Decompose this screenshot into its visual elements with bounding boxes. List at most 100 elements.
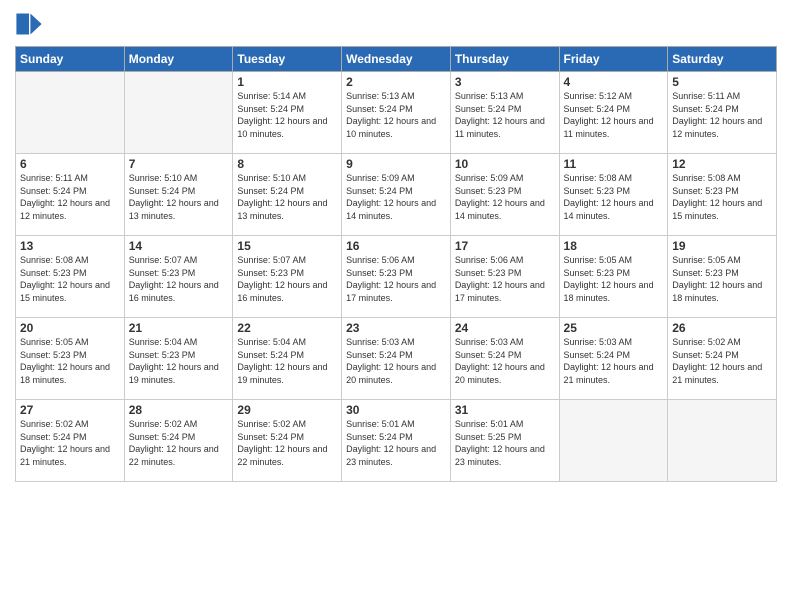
calendar-cell: 6 Sunrise: 5:11 AM Sunset: 5:24 PM Dayli… [16, 154, 125, 236]
day-info: Sunrise: 5:03 AM Sunset: 5:24 PM Dayligh… [455, 336, 555, 386]
day-info: Sunrise: 5:03 AM Sunset: 5:24 PM Dayligh… [346, 336, 446, 386]
weekday-header: Monday [124, 47, 233, 72]
day-number: 3 [455, 75, 555, 89]
day-number: 29 [237, 403, 337, 417]
day-info: Sunrise: 5:10 AM Sunset: 5:24 PM Dayligh… [237, 172, 337, 222]
weekday-row: SundayMondayTuesdayWednesdayThursdayFrid… [16, 47, 777, 72]
calendar-cell: 16 Sunrise: 5:06 AM Sunset: 5:23 PM Dayl… [342, 236, 451, 318]
day-number: 10 [455, 157, 555, 171]
calendar-week-row: 13 Sunrise: 5:08 AM Sunset: 5:23 PM Dayl… [16, 236, 777, 318]
day-number: 31 [455, 403, 555, 417]
day-number: 8 [237, 157, 337, 171]
day-number: 28 [129, 403, 229, 417]
day-number: 17 [455, 239, 555, 253]
calendar-cell [559, 400, 668, 482]
day-number: 25 [564, 321, 664, 335]
day-number: 12 [672, 157, 772, 171]
weekday-header: Wednesday [342, 47, 451, 72]
calendar-cell: 10 Sunrise: 5:09 AM Sunset: 5:23 PM Dayl… [450, 154, 559, 236]
calendar-cell: 12 Sunrise: 5:08 AM Sunset: 5:23 PM Dayl… [668, 154, 777, 236]
calendar-cell: 11 Sunrise: 5:08 AM Sunset: 5:23 PM Dayl… [559, 154, 668, 236]
calendar-cell: 23 Sunrise: 5:03 AM Sunset: 5:24 PM Dayl… [342, 318, 451, 400]
calendar-cell [668, 400, 777, 482]
calendar-cell: 24 Sunrise: 5:03 AM Sunset: 5:24 PM Dayl… [450, 318, 559, 400]
day-info: Sunrise: 5:01 AM Sunset: 5:25 PM Dayligh… [455, 418, 555, 468]
weekday-header: Saturday [668, 47, 777, 72]
calendar-week-row: 6 Sunrise: 5:11 AM Sunset: 5:24 PM Dayli… [16, 154, 777, 236]
day-info: Sunrise: 5:01 AM Sunset: 5:24 PM Dayligh… [346, 418, 446, 468]
day-info: Sunrise: 5:14 AM Sunset: 5:24 PM Dayligh… [237, 90, 337, 140]
header [15, 10, 777, 38]
day-info: Sunrise: 5:13 AM Sunset: 5:24 PM Dayligh… [346, 90, 446, 140]
day-number: 7 [129, 157, 229, 171]
calendar-week-row: 27 Sunrise: 5:02 AM Sunset: 5:24 PM Dayl… [16, 400, 777, 482]
day-number: 4 [564, 75, 664, 89]
logo [15, 10, 47, 38]
calendar-cell: 15 Sunrise: 5:07 AM Sunset: 5:23 PM Dayl… [233, 236, 342, 318]
weekday-header: Tuesday [233, 47, 342, 72]
calendar-header: SundayMondayTuesdayWednesdayThursdayFrid… [16, 47, 777, 72]
calendar-cell: 17 Sunrise: 5:06 AM Sunset: 5:23 PM Dayl… [450, 236, 559, 318]
day-info: Sunrise: 5:07 AM Sunset: 5:23 PM Dayligh… [129, 254, 229, 304]
day-info: Sunrise: 5:02 AM Sunset: 5:24 PM Dayligh… [237, 418, 337, 468]
day-info: Sunrise: 5:12 AM Sunset: 5:24 PM Dayligh… [564, 90, 664, 140]
calendar-cell: 1 Sunrise: 5:14 AM Sunset: 5:24 PM Dayli… [233, 72, 342, 154]
calendar-cell: 7 Sunrise: 5:10 AM Sunset: 5:24 PM Dayli… [124, 154, 233, 236]
day-info: Sunrise: 5:02 AM Sunset: 5:24 PM Dayligh… [672, 336, 772, 386]
calendar-cell: 29 Sunrise: 5:02 AM Sunset: 5:24 PM Dayl… [233, 400, 342, 482]
calendar-cell: 4 Sunrise: 5:12 AM Sunset: 5:24 PM Dayli… [559, 72, 668, 154]
day-number: 22 [237, 321, 337, 335]
day-info: Sunrise: 5:09 AM Sunset: 5:24 PM Dayligh… [346, 172, 446, 222]
weekday-header: Friday [559, 47, 668, 72]
calendar-cell: 25 Sunrise: 5:03 AM Sunset: 5:24 PM Dayl… [559, 318, 668, 400]
calendar-cell: 30 Sunrise: 5:01 AM Sunset: 5:24 PM Dayl… [342, 400, 451, 482]
day-number: 1 [237, 75, 337, 89]
day-number: 14 [129, 239, 229, 253]
day-number: 6 [20, 157, 120, 171]
calendar-week-row: 20 Sunrise: 5:05 AM Sunset: 5:23 PM Dayl… [16, 318, 777, 400]
calendar-cell: 8 Sunrise: 5:10 AM Sunset: 5:24 PM Dayli… [233, 154, 342, 236]
calendar-cell: 2 Sunrise: 5:13 AM Sunset: 5:24 PM Dayli… [342, 72, 451, 154]
day-number: 16 [346, 239, 446, 253]
day-info: Sunrise: 5:05 AM Sunset: 5:23 PM Dayligh… [672, 254, 772, 304]
day-number: 9 [346, 157, 446, 171]
day-info: Sunrise: 5:06 AM Sunset: 5:23 PM Dayligh… [455, 254, 555, 304]
day-info: Sunrise: 5:02 AM Sunset: 5:24 PM Dayligh… [20, 418, 120, 468]
day-number: 5 [672, 75, 772, 89]
day-info: Sunrise: 5:04 AM Sunset: 5:24 PM Dayligh… [237, 336, 337, 386]
day-info: Sunrise: 5:03 AM Sunset: 5:24 PM Dayligh… [564, 336, 664, 386]
day-number: 13 [20, 239, 120, 253]
day-number: 15 [237, 239, 337, 253]
day-info: Sunrise: 5:08 AM Sunset: 5:23 PM Dayligh… [564, 172, 664, 222]
day-info: Sunrise: 5:06 AM Sunset: 5:23 PM Dayligh… [346, 254, 446, 304]
calendar-week-row: 1 Sunrise: 5:14 AM Sunset: 5:24 PM Dayli… [16, 72, 777, 154]
weekday-header: Sunday [16, 47, 125, 72]
calendar-cell [16, 72, 125, 154]
day-info: Sunrise: 5:11 AM Sunset: 5:24 PM Dayligh… [672, 90, 772, 140]
day-info: Sunrise: 5:11 AM Sunset: 5:24 PM Dayligh… [20, 172, 120, 222]
calendar-cell: 20 Sunrise: 5:05 AM Sunset: 5:23 PM Dayl… [16, 318, 125, 400]
calendar-cell: 18 Sunrise: 5:05 AM Sunset: 5:23 PM Dayl… [559, 236, 668, 318]
weekday-header: Thursday [450, 47, 559, 72]
calendar-cell: 27 Sunrise: 5:02 AM Sunset: 5:24 PM Dayl… [16, 400, 125, 482]
day-number: 23 [346, 321, 446, 335]
day-number: 21 [129, 321, 229, 335]
calendar-cell [124, 72, 233, 154]
day-number: 2 [346, 75, 446, 89]
calendar-cell: 3 Sunrise: 5:13 AM Sunset: 5:24 PM Dayli… [450, 72, 559, 154]
calendar-cell: 21 Sunrise: 5:04 AM Sunset: 5:23 PM Dayl… [124, 318, 233, 400]
calendar-cell: 26 Sunrise: 5:02 AM Sunset: 5:24 PM Dayl… [668, 318, 777, 400]
calendar-cell: 13 Sunrise: 5:08 AM Sunset: 5:23 PM Dayl… [16, 236, 125, 318]
calendar-cell: 14 Sunrise: 5:07 AM Sunset: 5:23 PM Dayl… [124, 236, 233, 318]
day-info: Sunrise: 5:04 AM Sunset: 5:23 PM Dayligh… [129, 336, 229, 386]
calendar-table: SundayMondayTuesdayWednesdayThursdayFrid… [15, 46, 777, 482]
day-info: Sunrise: 5:08 AM Sunset: 5:23 PM Dayligh… [672, 172, 772, 222]
calendar-cell: 28 Sunrise: 5:02 AM Sunset: 5:24 PM Dayl… [124, 400, 233, 482]
logo-icon [15, 10, 43, 38]
calendar-cell: 22 Sunrise: 5:04 AM Sunset: 5:24 PM Dayl… [233, 318, 342, 400]
day-info: Sunrise: 5:07 AM Sunset: 5:23 PM Dayligh… [237, 254, 337, 304]
day-number: 20 [20, 321, 120, 335]
day-info: Sunrise: 5:10 AM Sunset: 5:24 PM Dayligh… [129, 172, 229, 222]
calendar-cell: 31 Sunrise: 5:01 AM Sunset: 5:25 PM Dayl… [450, 400, 559, 482]
day-info: Sunrise: 5:02 AM Sunset: 5:24 PM Dayligh… [129, 418, 229, 468]
